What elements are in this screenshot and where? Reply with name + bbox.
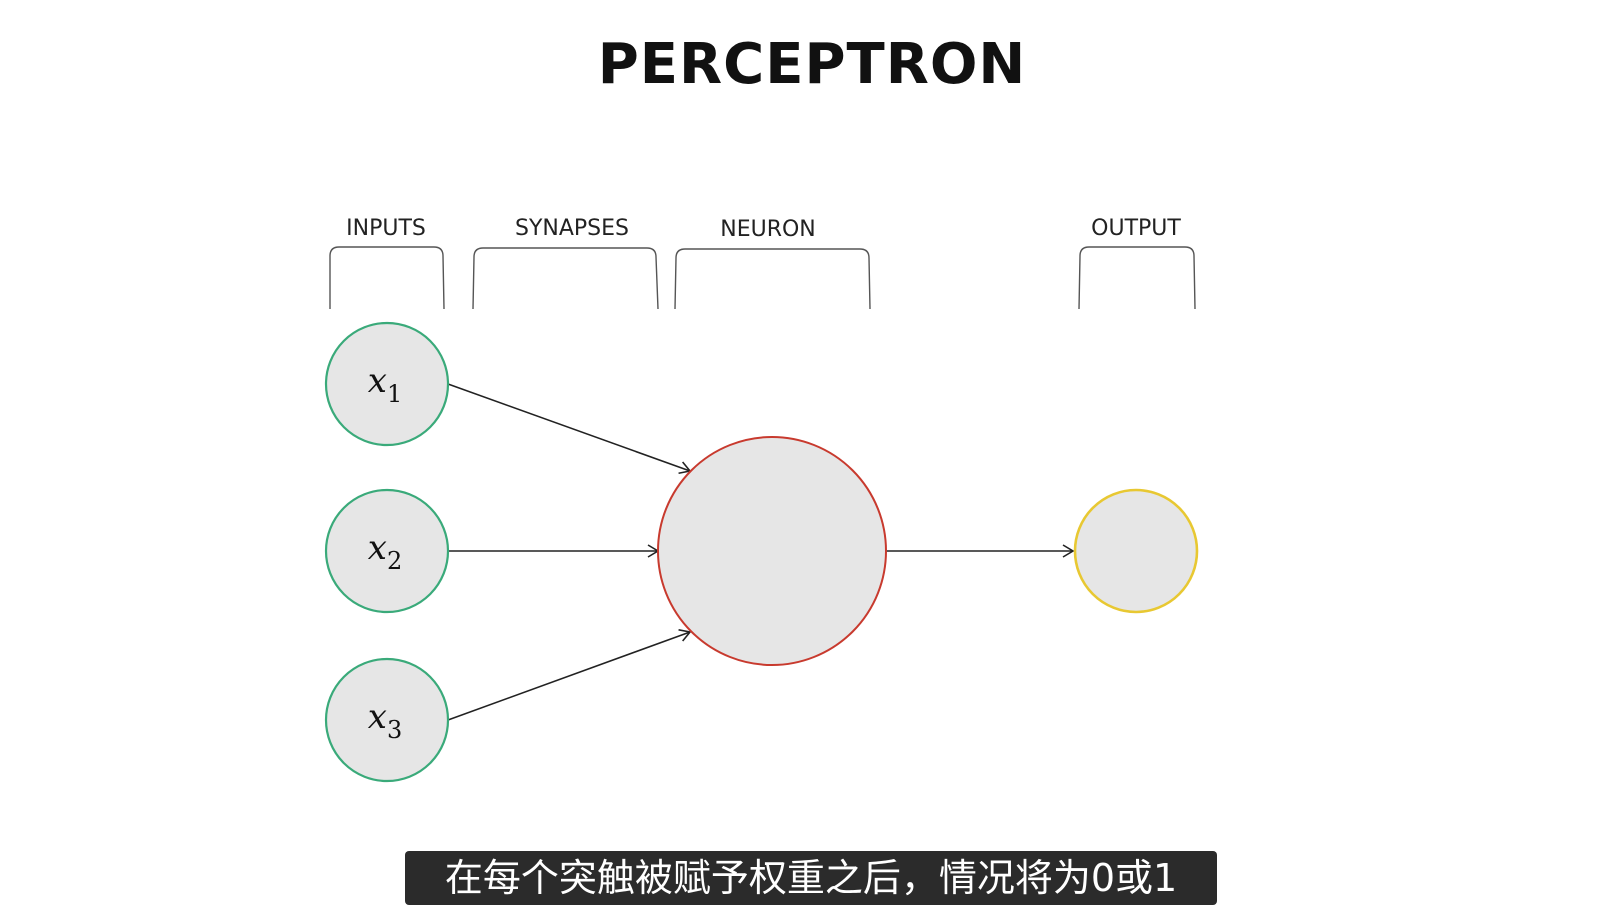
input-node-2: x2	[324, 488, 450, 614]
neuron-node	[657, 436, 887, 666]
synapse-arrow-1	[447, 383, 692, 475]
neuron-bracket	[674, 248, 871, 310]
slide: PERCEPTRON INPUTS SYNAPSES NEURON OUTPUT…	[0, 0, 1624, 924]
perceptron-diagram: INPUTS SYNAPSES NEURON OUTPUT x1 x2 x3	[324, 216, 1199, 783]
input-node-3: x3	[324, 657, 450, 783]
subtitle-caption: 在每个突触被赋予权重之后，情况将为0或1	[405, 851, 1217, 905]
synapses-bracket	[472, 247, 659, 310]
neuron-label: NEURON	[720, 217, 816, 242]
synapses-label: SYNAPSES	[515, 216, 629, 241]
output-node	[1073, 488, 1199, 614]
inputs-label: INPUTS	[346, 216, 426, 241]
inputs-bracket	[329, 246, 445, 310]
output-bracket	[1078, 246, 1196, 310]
input-node-1: x1	[324, 321, 450, 447]
output-label: OUTPUT	[1091, 216, 1181, 241]
synapse-arrow-3	[447, 628, 692, 721]
